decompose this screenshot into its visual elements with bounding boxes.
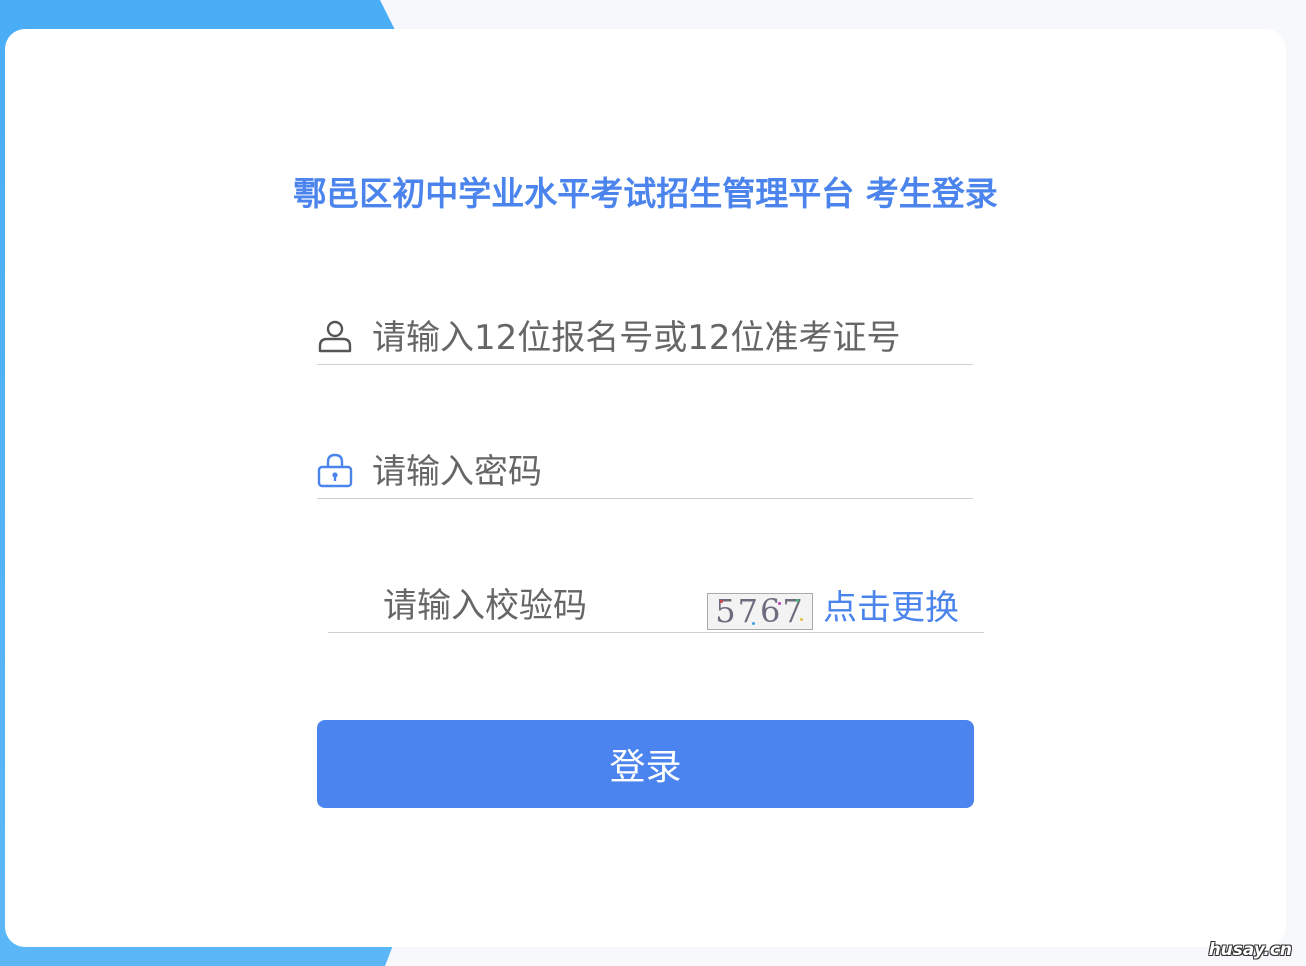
login-button[interactable]: 登录	[317, 720, 974, 808]
username-field	[317, 312, 973, 365]
captcha-image-text: 5767	[715, 593, 805, 630]
captcha-image[interactable]: 5767	[707, 593, 813, 630]
captcha-input[interactable]	[383, 586, 703, 626]
password-field	[317, 446, 973, 499]
user-icon	[317, 318, 353, 354]
lock-icon	[317, 452, 353, 488]
watermark-logo: husay.cn	[1208, 940, 1292, 960]
page-title: 鄠邑区初中学业水平考试招生管理平台 考生登录	[293, 174, 998, 213]
page: 鄠邑区初中学业水平考试招生管理平台 考生登录 5767	[0, 0, 1306, 966]
username-input[interactable]	[372, 318, 970, 358]
password-input[interactable]	[372, 452, 970, 492]
captcha-refresh-link[interactable]: 点击更换	[823, 586, 959, 630]
captcha-field: 5767 点击更换	[328, 580, 984, 633]
